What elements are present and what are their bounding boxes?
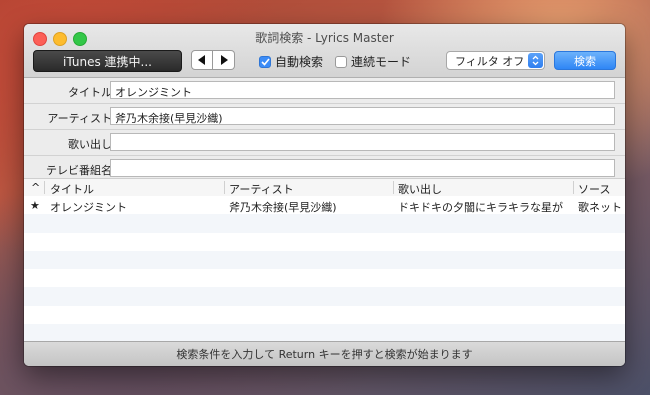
itunes-link-button[interactable]: iTunes 連携中... (33, 50, 182, 72)
sort-indicator-icon[interactable]: ^ (31, 181, 40, 194)
triangle-left-icon (198, 55, 205, 65)
checkbox-empty-icon (335, 55, 347, 68)
column-header-intro[interactable]: 歌い出し (398, 181, 442, 197)
triangle-right-icon (220, 55, 228, 65)
tv-program-field[interactable] (110, 159, 615, 177)
next-button[interactable] (213, 50, 235, 70)
intro-row: 歌い出し (24, 130, 625, 156)
column-header-title[interactable]: タイトル (50, 181, 94, 197)
results-table-body: ★ オレンジミント 斧乃木余接(早見沙織) ドキドキの夕闇にキラキラな星が 歌ネ… (24, 196, 625, 342)
title-label: タイトル (68, 86, 112, 99)
table-row (24, 287, 625, 306)
column-divider (573, 181, 574, 194)
filter-select-value: フィルタ オフ (455, 54, 525, 68)
status-bar: 検索条件を入力して Return キーを押すと検索が始まります (24, 341, 625, 366)
table-row (24, 323, 625, 342)
row-intro-cell: ドキドキの夕闇にキラキラな星が (398, 201, 563, 214)
search-button[interactable]: 検索 (554, 51, 616, 70)
tv-program-label: テレビ番組名 (46, 164, 112, 177)
table-row (24, 214, 625, 233)
row-source-cell: 歌ネット (578, 201, 622, 214)
filter-select[interactable]: フィルタ オフ (446, 51, 545, 70)
column-divider (393, 181, 394, 194)
column-header-artist[interactable]: アーティスト (229, 181, 294, 197)
artist-field[interactable]: 斧乃木余接(早見沙織) (110, 107, 615, 125)
continuous-mode-checkbox[interactable]: 連続モード (335, 53, 411, 70)
title-row: タイトル オレンジミント (24, 78, 625, 104)
lyrics-master-window: 歌詞検索 - Lyrics Master iTunes 連携中... 自動検索 … (24, 24, 625, 366)
updown-chevron-icon (528, 53, 543, 68)
results-table-header: ^ タイトル アーティスト 歌い出し ソース (24, 178, 625, 197)
intro-label: 歌い出し (68, 138, 112, 151)
table-row[interactable]: ★ オレンジミント 斧乃木余接(早見沙織) ドキドキの夕闇にキラキラな星が 歌ネ… (24, 196, 625, 215)
row-title-cell: オレンジミント (50, 201, 127, 214)
titlebar: 歌詞検索 - Lyrics Master iTunes 連携中... 自動検索 … (24, 24, 625, 78)
status-message: 検索条件を入力して Return キーを押すと検索が始まります (176, 348, 473, 361)
continuous-mode-label: 連続モード (351, 55, 412, 69)
row-artist-cell: 斧乃木余接(早見沙織) (229, 201, 337, 214)
table-row (24, 269, 625, 288)
favorite-star-icon: ★ (30, 199, 40, 212)
table-row (24, 305, 625, 324)
column-divider (224, 181, 225, 194)
column-header-source[interactable]: ソース (578, 181, 610, 197)
previous-button[interactable] (191, 50, 213, 70)
artist-row: アーティスト 斧乃木余接(早見沙織) (24, 104, 625, 130)
intro-field[interactable] (110, 133, 615, 151)
window-title: 歌詞検索 - Lyrics Master (255, 31, 394, 45)
column-divider (44, 181, 45, 194)
table-row (24, 232, 625, 251)
checkmark-icon (259, 55, 271, 68)
title-field[interactable]: オレンジミント (110, 81, 615, 99)
auto-search-checkbox[interactable]: 自動検索 (259, 53, 323, 70)
auto-search-label: 自動検索 (275, 55, 324, 69)
artist-label: アーティスト (47, 112, 112, 125)
search-form: タイトル オレンジミント アーティスト 斧乃木余接(早見沙織) 歌い出し テレビ… (24, 78, 625, 182)
table-row (24, 250, 625, 269)
